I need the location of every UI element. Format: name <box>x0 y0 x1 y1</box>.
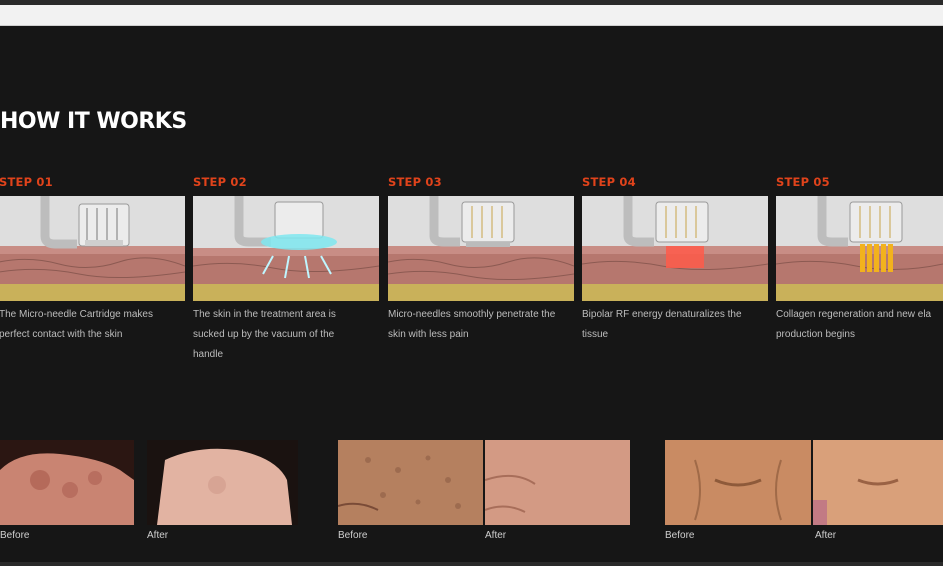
step-label: STEP 01 <box>0 175 53 189</box>
step-description: The skin in the treatment area is sucked… <box>193 309 336 360</box>
step-card-4: STEP 04 Bipolar RF energy denaturalizes … <box>582 175 768 340</box>
step-description: Micro-needles smoothly penetrate the ski… <box>388 309 556 340</box>
step-card-2: STEP 02 The skin in the treatment area i… <box>193 175 379 360</box>
before-photo <box>0 440 134 525</box>
before-photo <box>665 440 811 525</box>
step-illustration-penetrate <box>388 196 574 301</box>
browser-address-bar[interactable] <box>0 5 943 26</box>
step-illustration-contact <box>0 196 185 301</box>
step-description: Collagen regeneration and new ela produc… <box>776 309 932 340</box>
before-label: Before <box>338 530 368 541</box>
step-illustration-vacuum <box>193 196 379 301</box>
after-label: After <box>485 530 507 541</box>
bottom-strip <box>0 562 943 566</box>
step-illustration-rf-energy <box>582 196 768 301</box>
before-photo <box>338 440 483 525</box>
after-photo <box>147 440 298 525</box>
after-label: After <box>147 530 169 541</box>
step-illustration-collagen <box>776 196 943 301</box>
step-label: STEP 02 <box>193 175 247 189</box>
before-label: Before <box>0 530 30 541</box>
step-description: Bipolar RF energy denaturalizes the tiss… <box>582 309 742 340</box>
step-label: STEP 03 <box>388 175 442 189</box>
step-description: The Micro-needle Cartridge makes perfect… <box>0 309 153 340</box>
section-title: HOW IT WORKS <box>0 109 187 134</box>
after-photo <box>485 440 630 525</box>
step-card-1: STEP 01 The Micro-needle Cartridge makes… <box>0 175 185 340</box>
step-label: STEP 04 <box>582 175 636 189</box>
step-card-5: STEP 05 Collagen regeneration and new el… <box>776 175 943 340</box>
step-card-3: STEP 03 Micro-needles smoothly penetrate… <box>388 175 574 340</box>
after-label: After <box>815 530 837 541</box>
after-photo <box>813 440 943 525</box>
step-label: STEP 05 <box>776 175 830 189</box>
before-label: Before <box>665 530 695 541</box>
